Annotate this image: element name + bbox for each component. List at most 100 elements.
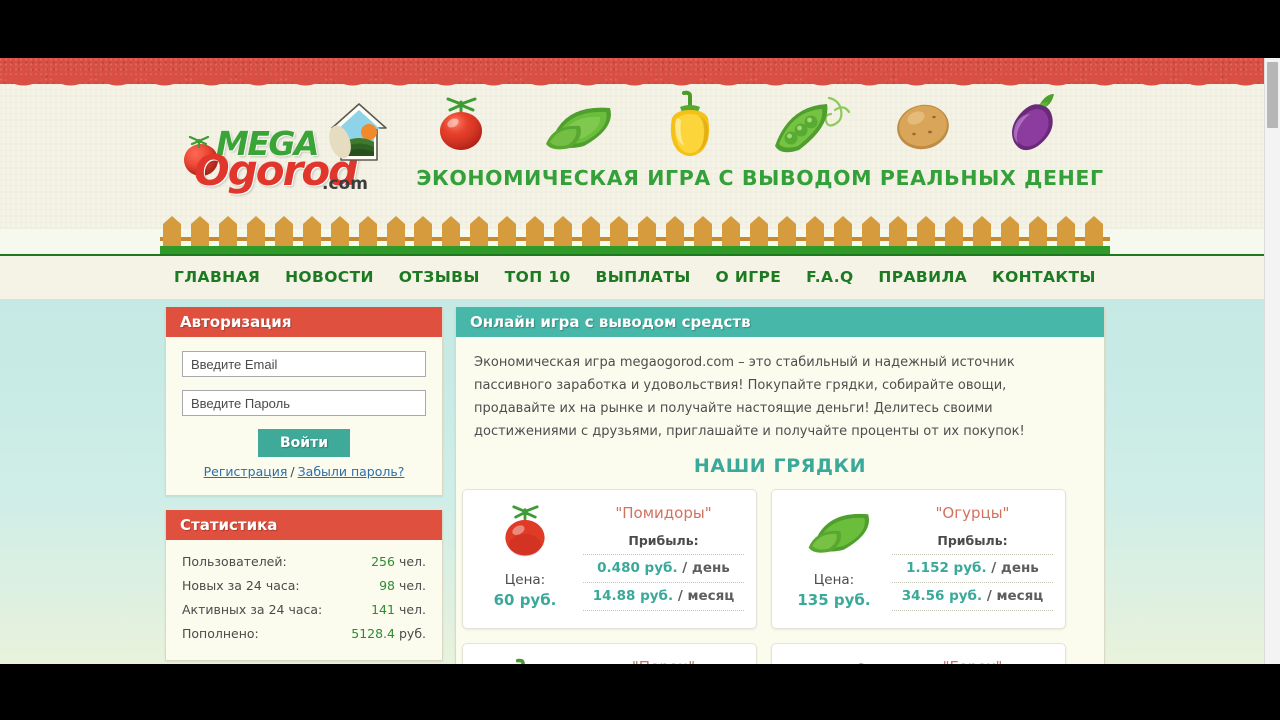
page-scrollbar[interactable] bbox=[1264, 58, 1280, 664]
main-panel: Онлайн игра с выводом средств Экономичес… bbox=[455, 307, 1105, 664]
main-navigation: ГЛАВНАЯ НОВОСТИ ОТЗЫВЫ ТОП 10 ВЫПЛАТЫ О ИГРЕ F… bbox=[0, 254, 1280, 303]
statistics-label: Пользователей: bbox=[182, 554, 287, 569]
fence-picket bbox=[274, 216, 293, 246]
statistics-unit: чел. bbox=[398, 554, 426, 569]
product-card[interactable]: Цена: 135 руб. "Огурцы" Прибыль: 1.152 руб. … bbox=[771, 489, 1066, 629]
statistics-value: 98 bbox=[379, 578, 395, 593]
fence-picket bbox=[1029, 216, 1048, 246]
letterbox-top bbox=[0, 0, 1280, 58]
dotted-rule bbox=[892, 610, 1053, 611]
auth-links: Регистрация / Забыли пароль? bbox=[182, 464, 426, 479]
fence-picket bbox=[163, 216, 181, 246]
intro-paragraph: Экономическая игра megaogorod.com – это … bbox=[474, 355, 1025, 439]
product-card-right: "Помидоры" Прибыль: 0.480 руб. / день 14.88… bbox=[579, 500, 748, 616]
fence-picket bbox=[554, 216, 573, 246]
fence-picket bbox=[386, 216, 405, 246]
fence-picket bbox=[1057, 216, 1076, 246]
nav-item-8[interactable]: ПРАВИЛА bbox=[878, 268, 967, 286]
statistics-value: 256 bbox=[371, 554, 395, 569]
cucumber-icon bbox=[803, 504, 869, 562]
statistics-panel: Статистика Пользователей: 256 чел. Новых з… bbox=[165, 510, 443, 661]
fence-picket bbox=[442, 216, 461, 246]
fence-picket bbox=[638, 216, 656, 246]
site-tagline: ЭКОНОМИЧЕСКАЯ ИГРА С ВЫВОДОМ РЕАЛЬНЫХ ДЕ… bbox=[416, 166, 1104, 190]
forgot-password-link[interactable]: Забыли пароль? bbox=[298, 464, 405, 479]
product-card-right: "Перец" bbox=[579, 654, 748, 664]
product-profit-month-value: 34.56 руб. bbox=[901, 588, 983, 604]
dotted-rule bbox=[892, 554, 1053, 555]
potato-icon bbox=[897, 104, 949, 150]
product-profit-month-unit: / месяц bbox=[677, 588, 735, 604]
fence-picket bbox=[414, 216, 433, 246]
statistics-unit: чел. bbox=[398, 602, 426, 617]
fence-picket bbox=[777, 216, 796, 246]
nav-item-3[interactable]: ОТЗЫВЫ bbox=[399, 268, 480, 286]
fence-picket bbox=[1001, 216, 1020, 246]
fence-picket bbox=[945, 216, 964, 246]
product-card[interactable]: Цена: 60 руб. "Помидоры" Прибыль: 0.480 руб.… bbox=[462, 489, 757, 629]
main-column: Онлайн игра с выводом средств Экономичес… bbox=[455, 307, 1105, 664]
statistics-value-wrap: 98 чел. bbox=[379, 578, 426, 593]
sidebar: Авторизация Войти Регистрация/Забыли пар… bbox=[165, 307, 443, 664]
scrollbar-thumb[interactable] bbox=[1267, 62, 1278, 128]
eggplant-icon bbox=[1012, 94, 1054, 151]
fence-picket bbox=[470, 216, 489, 246]
product-price-label: Цена: bbox=[813, 572, 855, 588]
statistics-value-wrap: 5128.4 руб. bbox=[351, 626, 426, 641]
product-profit-day-unit: / день bbox=[682, 560, 730, 576]
site-logo[interactable]: MEGA Ogorod .com bbox=[178, 102, 398, 202]
login-button[interactable]: Войти bbox=[257, 429, 351, 457]
product-name: "Помидоры" bbox=[615, 504, 712, 522]
register-link[interactable]: Регистрация bbox=[204, 464, 288, 479]
product-profit-month-value: 14.88 руб. bbox=[592, 588, 674, 604]
product-price-label: Цена: bbox=[504, 572, 546, 588]
peas-icon bbox=[775, 96, 851, 153]
product-profit-day: 1.152 руб. / день bbox=[888, 560, 1057, 576]
nav-item-2[interactable]: НОВОСТИ bbox=[285, 268, 374, 286]
statistics-label: Новых за 24 часа: bbox=[182, 578, 300, 593]
email-input[interactable] bbox=[182, 351, 426, 377]
product-profit-label: Прибыль: bbox=[937, 533, 1008, 548]
fence-grass bbox=[160, 246, 1110, 254]
links-separator: / bbox=[290, 464, 295, 479]
nav-item-5[interactable]: ВЫПЛАТЫ bbox=[596, 268, 691, 286]
logo-farm-badge-icon bbox=[329, 103, 387, 161]
fence-picket bbox=[330, 216, 349, 246]
product-card-right: "Огурцы" Прибыль: 1.152 руб. / день 34.56 р… bbox=[888, 500, 1057, 616]
fence-picket bbox=[190, 216, 209, 246]
screenshot-viewport: MEGA Ogorod .com ЭКОНОМИЧЕСКАЯ ИГРА С ВЫ… bbox=[0, 0, 1280, 720]
letterbox-bottom bbox=[0, 664, 1280, 720]
awning-scallop-edge bbox=[0, 75, 1280, 91]
dotted-rule bbox=[583, 554, 744, 555]
product-card-left: Цена: 135 руб. bbox=[780, 500, 888, 616]
nav-item-1[interactable]: ГЛАВНАЯ bbox=[174, 268, 260, 286]
cucumber-icon bbox=[546, 107, 611, 150]
product-card-right: "Горох" bbox=[888, 654, 1057, 664]
fence-picket bbox=[973, 216, 992, 246]
product-price-value: 135 руб. bbox=[797, 591, 871, 609]
nav-item-7[interactable]: F.A.Q bbox=[806, 268, 854, 286]
statistics-label: Пополнено: bbox=[182, 626, 259, 641]
product-card[interactable]: "Перец" bbox=[462, 643, 757, 664]
product-card[interactable]: "Горох" bbox=[771, 643, 1066, 664]
statistics-unit: руб. bbox=[398, 626, 426, 641]
statistics-row: Пользователей: 256 чел. bbox=[182, 550, 426, 574]
product-profit-month-unit: / месяц bbox=[986, 588, 1044, 604]
nav-item-4[interactable]: ТОП 10 bbox=[505, 268, 571, 286]
product-card-grid: Цена: 60 руб. "Помидоры" Прибыль: 0.480 руб.… bbox=[456, 489, 1104, 664]
password-input[interactable] bbox=[182, 390, 426, 416]
statistics-value: 141 bbox=[371, 602, 395, 617]
pepper-icon bbox=[670, 90, 710, 156]
header-vegetable-row bbox=[420, 90, 1100, 162]
statistics-row: Активных за 24 часа: 141 чел. bbox=[182, 598, 426, 622]
nav-item-9[interactable]: КОНТАКТЫ bbox=[992, 268, 1096, 286]
nav-item-6[interactable]: О ИГРЕ bbox=[715, 268, 781, 286]
fence-picket bbox=[749, 216, 768, 246]
fence-picket bbox=[693, 216, 712, 246]
product-card-left bbox=[471, 654, 579, 664]
fence-picket bbox=[358, 216, 377, 246]
statistics-row: Пополнено: 5128.4 руб. bbox=[182, 622, 426, 646]
fence-picket bbox=[833, 216, 852, 246]
fence-divider bbox=[160, 216, 1110, 254]
product-profit-day-value: 0.480 руб. bbox=[597, 560, 678, 576]
